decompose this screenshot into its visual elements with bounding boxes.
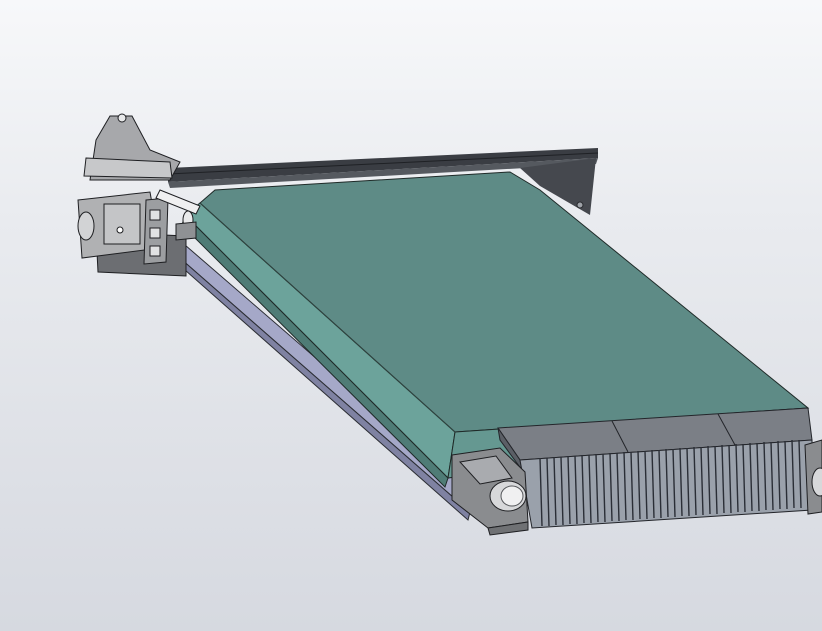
cad-viewport[interactable] [0,0,822,631]
cad-model-canvas[interactable] [0,0,822,631]
rear-ejector-handle[interactable] [77,113,201,277]
front-connector-block[interactable] [497,407,813,529]
front-right-latch[interactable] [804,439,822,515]
